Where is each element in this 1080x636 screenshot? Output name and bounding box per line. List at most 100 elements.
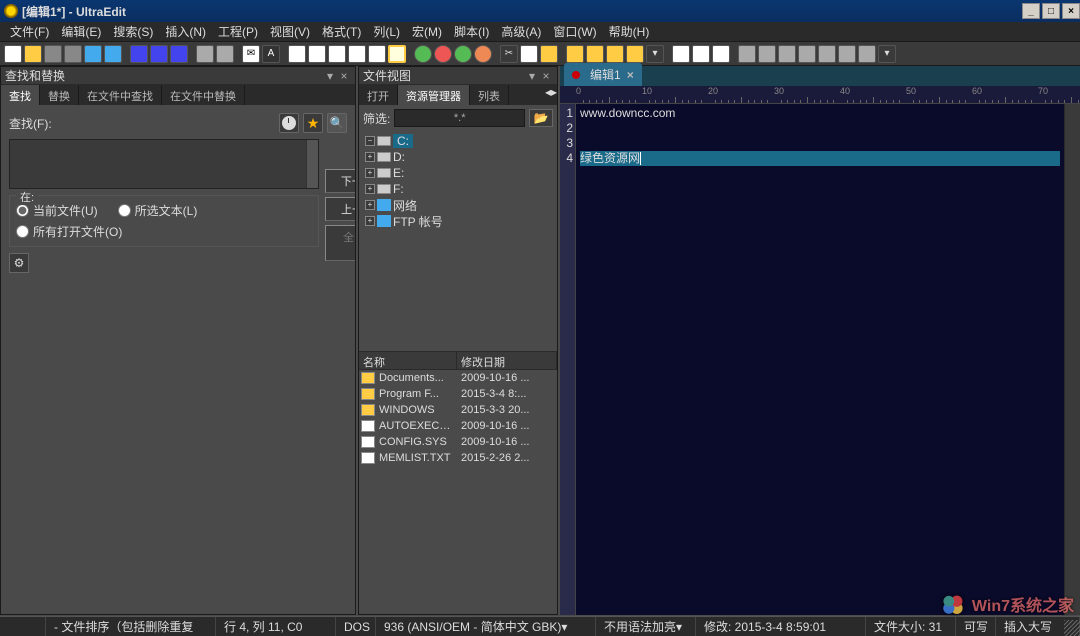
misc1-icon[interactable] <box>738 45 756 63</box>
editor-tab[interactable]: 编辑1 × <box>564 63 642 86</box>
stop-icon[interactable] <box>454 45 472 63</box>
editor-content[interactable]: www.downcc.com 绿色资源网 <box>576 104 1064 615</box>
menu-search[interactable]: 搜索(S) <box>107 21 159 42</box>
web-icon[interactable] <box>414 45 432 63</box>
arrow-icon[interactable]: ▾ <box>646 45 664 63</box>
drive-f[interactable]: +F: <box>361 181 555 197</box>
regex-icon[interactable]: 🔍 <box>327 113 347 133</box>
status-syntax[interactable]: 不用语法加亮 ▾ <box>596 617 696 636</box>
filter-input[interactable]: *.* <box>394 109 525 127</box>
misc8-icon[interactable]: ▾ <box>878 45 896 63</box>
file-row[interactable]: WINDOWS2015-3-3 20... <box>359 402 557 418</box>
misc6-icon[interactable] <box>838 45 856 63</box>
menu-macro[interactable]: 宏(M) <box>406 21 448 42</box>
ftp2-icon[interactable] <box>104 45 122 63</box>
folder2-icon[interactable] <box>586 45 604 63</box>
tab-replace[interactable]: 替换 <box>40 85 79 105</box>
tool3-icon[interactable] <box>712 45 730 63</box>
refresh-icon[interactable] <box>434 45 452 63</box>
close-button[interactable]: × <box>1062 3 1080 19</box>
browse-folder-icon[interactable]: 📂 <box>529 109 553 127</box>
open-icon[interactable] <box>24 45 42 63</box>
tool1-icon[interactable] <box>672 45 690 63</box>
prev-button[interactable]: 上一个(P) <box>325 197 355 221</box>
next-button[interactable]: 下一个(N) <box>325 169 355 193</box>
view3-icon[interactable] <box>328 45 346 63</box>
favorite-icon[interactable]: ★ <box>303 113 323 133</box>
saveas-icon[interactable] <box>150 45 168 63</box>
misc3-icon[interactable] <box>778 45 796 63</box>
file-row[interactable]: MEMLIST.TXT2015-2-26 2... <box>359 450 557 466</box>
tab-find[interactable]: 查找 <box>1 85 40 105</box>
back-icon[interactable] <box>474 45 492 63</box>
folder1-icon[interactable] <box>566 45 584 63</box>
menu-project[interactable]: 工程(P) <box>212 21 264 42</box>
fv-close-icon[interactable]: × <box>539 69 553 83</box>
tool2-icon[interactable] <box>692 45 710 63</box>
new-icon[interactable] <box>4 45 22 63</box>
tab-replace-in-files[interactable]: 在文件中替换 <box>162 85 245 105</box>
close-file-icon[interactable] <box>44 45 62 63</box>
tab-open[interactable]: 打开 <box>359 85 398 105</box>
preview-icon[interactable] <box>216 45 234 63</box>
view2-icon[interactable] <box>308 45 326 63</box>
menu-advanced[interactable]: 高级(A) <box>495 21 547 42</box>
menu-script[interactable]: 脚本(I) <box>448 21 495 42</box>
folder4-icon[interactable] <box>626 45 644 63</box>
minimize-button[interactable]: _ <box>1022 3 1040 19</box>
maximize-button[interactable]: □ <box>1042 3 1060 19</box>
view5-icon[interactable] <box>368 45 386 63</box>
fv-dropdown-icon[interactable]: ▾ <box>525 69 539 83</box>
drive-ftp[interactable]: +FTP 帐号 <box>361 213 555 229</box>
tab-list[interactable]: 列表 <box>470 85 509 105</box>
menu-help[interactable]: 帮助(H) <box>603 21 656 42</box>
menu-column[interactable]: 列(L) <box>367 21 406 42</box>
cut-icon[interactable]: ✂ <box>500 45 518 63</box>
drive-e[interactable]: +E: <box>361 165 555 181</box>
find-input[interactable] <box>9 139 319 189</box>
misc7-icon[interactable] <box>858 45 876 63</box>
radio-selected-text[interactable]: 所选文本(L) <box>118 202 198 219</box>
status-encoding2[interactable]: 936 (ANSI/OEM - 简体中文 GBK) ▾ <box>376 617 596 636</box>
file-row[interactable]: Program F...2015-3-4 8:... <box>359 386 557 402</box>
file-row[interactable]: CONFIG.SYS2009-10-16 ... <box>359 434 557 450</box>
view6-icon[interactable] <box>388 45 406 63</box>
menu-format[interactable]: 格式(T) <box>316 21 367 42</box>
paste-icon[interactable] <box>540 45 558 63</box>
closeall-icon[interactable] <box>64 45 82 63</box>
view4-icon[interactable] <box>348 45 366 63</box>
count-button[interactable]: 全部统计(A) <box>325 225 355 261</box>
folder3-icon[interactable] <box>606 45 624 63</box>
file-row[interactable]: Documents...2009-10-16 ... <box>359 370 557 386</box>
menu-window[interactable]: 窗口(W) <box>547 21 602 42</box>
view1-icon[interactable] <box>288 45 306 63</box>
menu-view[interactable]: 视图(V) <box>264 21 316 42</box>
col-date[interactable]: 修改日期 <box>457 352 557 369</box>
col-name[interactable]: 名称 <box>359 352 457 369</box>
drive-network[interactable]: +网络 <box>361 197 555 213</box>
menu-edit[interactable]: 编辑(E) <box>55 21 107 42</box>
saveall-icon[interactable] <box>170 45 188 63</box>
radio-all-open[interactable]: 所有打开文件(O) <box>16 223 122 240</box>
mail-icon[interactable]: ✉ <box>242 45 260 63</box>
resize-grip[interactable] <box>1064 620 1080 636</box>
misc4-icon[interactable] <box>798 45 816 63</box>
misc2-icon[interactable] <box>758 45 776 63</box>
drive-d[interactable]: +D: <box>361 149 555 165</box>
menu-file[interactable]: 文件(F) <box>4 21 55 42</box>
history-icon[interactable] <box>279 113 299 133</box>
misc5-icon[interactable] <box>818 45 836 63</box>
tab-close-icon[interactable]: × <box>627 68 634 82</box>
panel-dropdown-icon[interactable]: ▾ <box>323 69 337 83</box>
ftp-icon[interactable] <box>84 45 102 63</box>
tab-scroll-right-icon[interactable]: ▸ <box>551 85 557 105</box>
menu-insert[interactable]: 插入(N) <box>159 21 212 42</box>
file-row[interactable]: AUTOEXEC.BAT2009-10-16 ... <box>359 418 557 434</box>
tab-explorer[interactable]: 资源管理器 <box>398 85 470 105</box>
print-icon[interactable] <box>196 45 214 63</box>
drive-c[interactable]: −C: <box>361 133 555 149</box>
font-icon[interactable]: A <box>262 45 280 63</box>
panel-close-icon[interactable]: × <box>337 69 351 83</box>
tab-find-in-files[interactable]: 在文件中查找 <box>79 85 162 105</box>
settings-icon[interactable]: ⚙ <box>9 253 29 273</box>
